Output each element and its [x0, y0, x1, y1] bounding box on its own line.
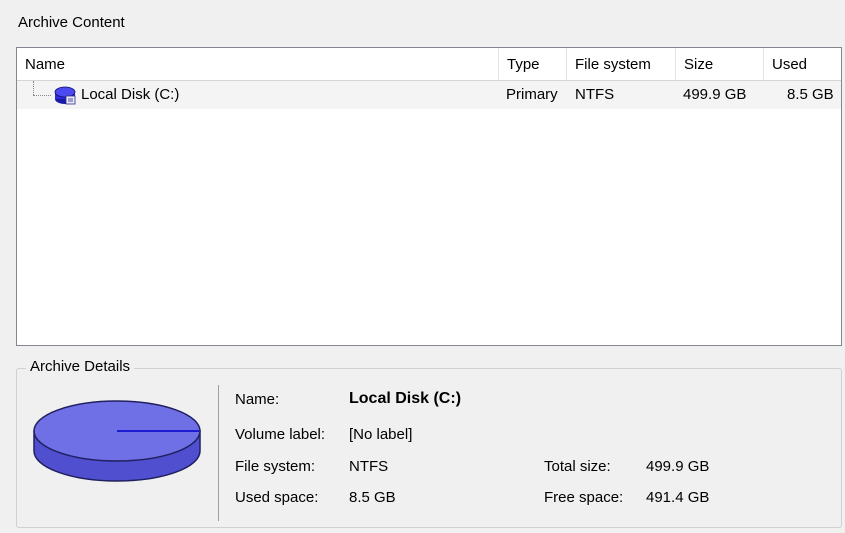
archive-content-title: Archive Content [18, 14, 125, 31]
used-space-value: 8.5 GB [349, 489, 396, 506]
file-system-label: File system: [235, 458, 316, 475]
column-header-size[interactable]: Size [676, 48, 764, 80]
archive-content-list[interactable]: Name Type File system Size Used Local Di… [16, 47, 842, 346]
row-file-system: NTFS [575, 86, 615, 103]
volume-label-value: [No label] [349, 426, 413, 443]
archive-details-title: Archive Details [26, 358, 135, 375]
name-label: Name: [235, 391, 280, 408]
name-value: Local Disk (C:) [349, 390, 462, 407]
disk-partition-icon [54, 86, 76, 105]
list-header: Name Type File system Size Used [17, 48, 841, 81]
list-row-local-disk[interactable]: Local Disk (C:) Primary NTFS 499.9 GB 8.… [17, 81, 841, 109]
column-header-file-system[interactable]: File system [567, 48, 676, 80]
disk-usage-pie-icon [33, 400, 201, 482]
free-space-label: Free space: [544, 489, 624, 506]
free-space-value: 491.4 GB [646, 489, 710, 506]
used-space-label: Used space: [235, 489, 319, 506]
tree-connector [33, 81, 34, 95]
details-divider [218, 385, 219, 521]
tree-connector [33, 95, 51, 96]
row-type: Primary [506, 86, 558, 103]
row-used: 8.5 GB [787, 86, 834, 103]
file-system-value: NTFS [349, 458, 389, 475]
volume-label-label: Volume label: [235, 426, 326, 443]
row-size: 499.9 GB [683, 86, 747, 103]
total-size-value: 499.9 GB [646, 458, 710, 475]
total-size-label: Total size: [544, 458, 611, 475]
row-name: Local Disk (C:) [81, 86, 180, 103]
column-header-type[interactable]: Type [499, 48, 567, 80]
column-header-used[interactable]: Used [764, 48, 841, 80]
column-header-name[interactable]: Name [17, 48, 499, 80]
